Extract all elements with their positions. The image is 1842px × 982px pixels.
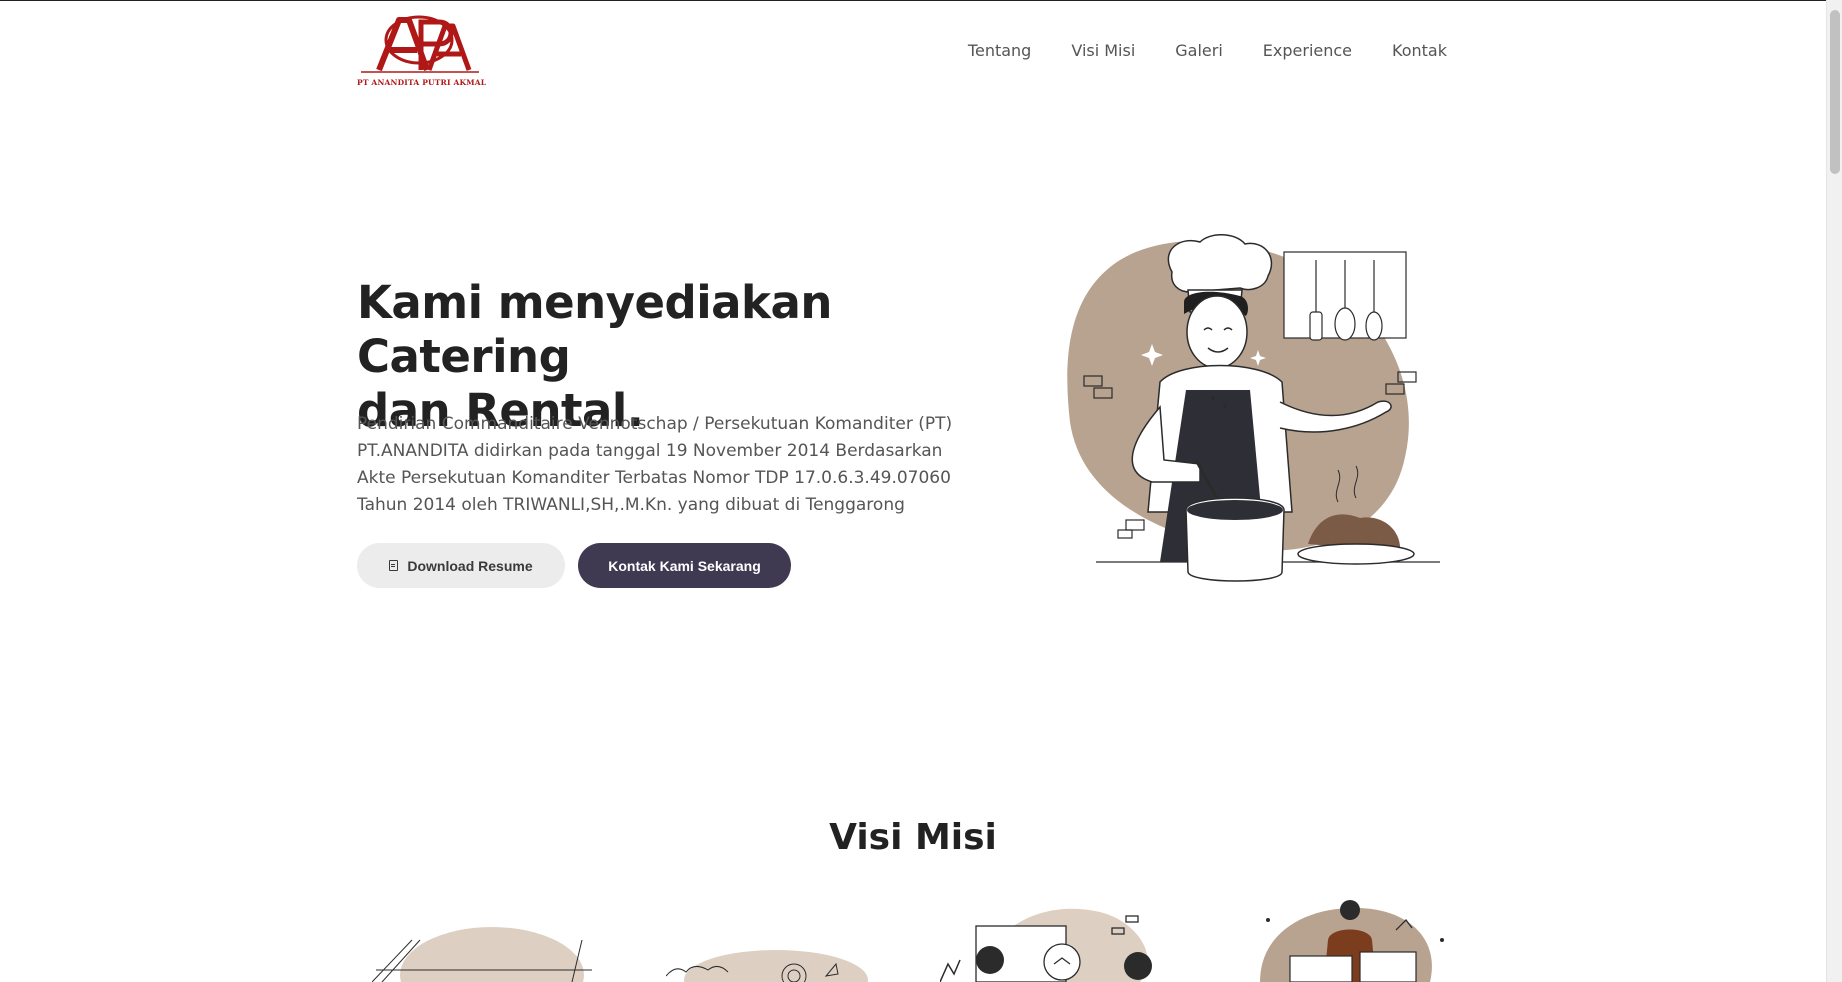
presentation-illustration <box>1260 900 1444 982</box>
company-logo[interactable]: PT ANANDITA PUTRI AKMAL <box>357 12 487 88</box>
target-illustration <box>666 950 868 982</box>
site-header: PT ANANDITA PUTRI AKMAL Tentang Visi Mis… <box>357 8 1447 88</box>
logo-mark-icon <box>361 15 479 73</box>
nav-item-galeri[interactable]: Galeri <box>1175 41 1223 60</box>
nav-item-kontak[interactable]: Kontak <box>1392 41 1447 60</box>
page-scrollbar[interactable] <box>1826 0 1842 982</box>
visi-misi-title: Visi Misi <box>829 817 997 858</box>
contact-now-button[interactable]: Kontak Kami Sekarang <box>578 543 791 588</box>
chef-cooking-illustration <box>1067 234 1440 582</box>
document-icon <box>389 560 399 571</box>
contact-now-label: Kontak Kami Sekarang <box>608 557 761 574</box>
nav-item-experience[interactable]: Experience <box>1263 41 1352 60</box>
download-resume-label: Download Resume <box>407 557 533 574</box>
main-nav: Tentang Visi Misi Galeri Experience Kont… <box>968 41 1447 60</box>
nav-item-tentang[interactable]: Tentang <box>968 41 1031 60</box>
planning-illustration <box>372 927 592 982</box>
logo-company-name: PT ANANDITA PUTRI AKMAL <box>357 78 487 87</box>
hero-description: Pendirian Commanditaire Vennotschap / Pe… <box>357 414 953 515</box>
download-resume-button[interactable]: Download Resume <box>357 543 565 588</box>
hero-title-line1: Kami menyediakan Catering <box>357 276 832 383</box>
top-border <box>0 0 1826 1</box>
scrollbar-thumb[interactable] <box>1830 10 1840 174</box>
meeting-illustration <box>940 908 1152 982</box>
nav-item-visi-misi[interactable]: Visi Misi <box>1071 41 1135 60</box>
